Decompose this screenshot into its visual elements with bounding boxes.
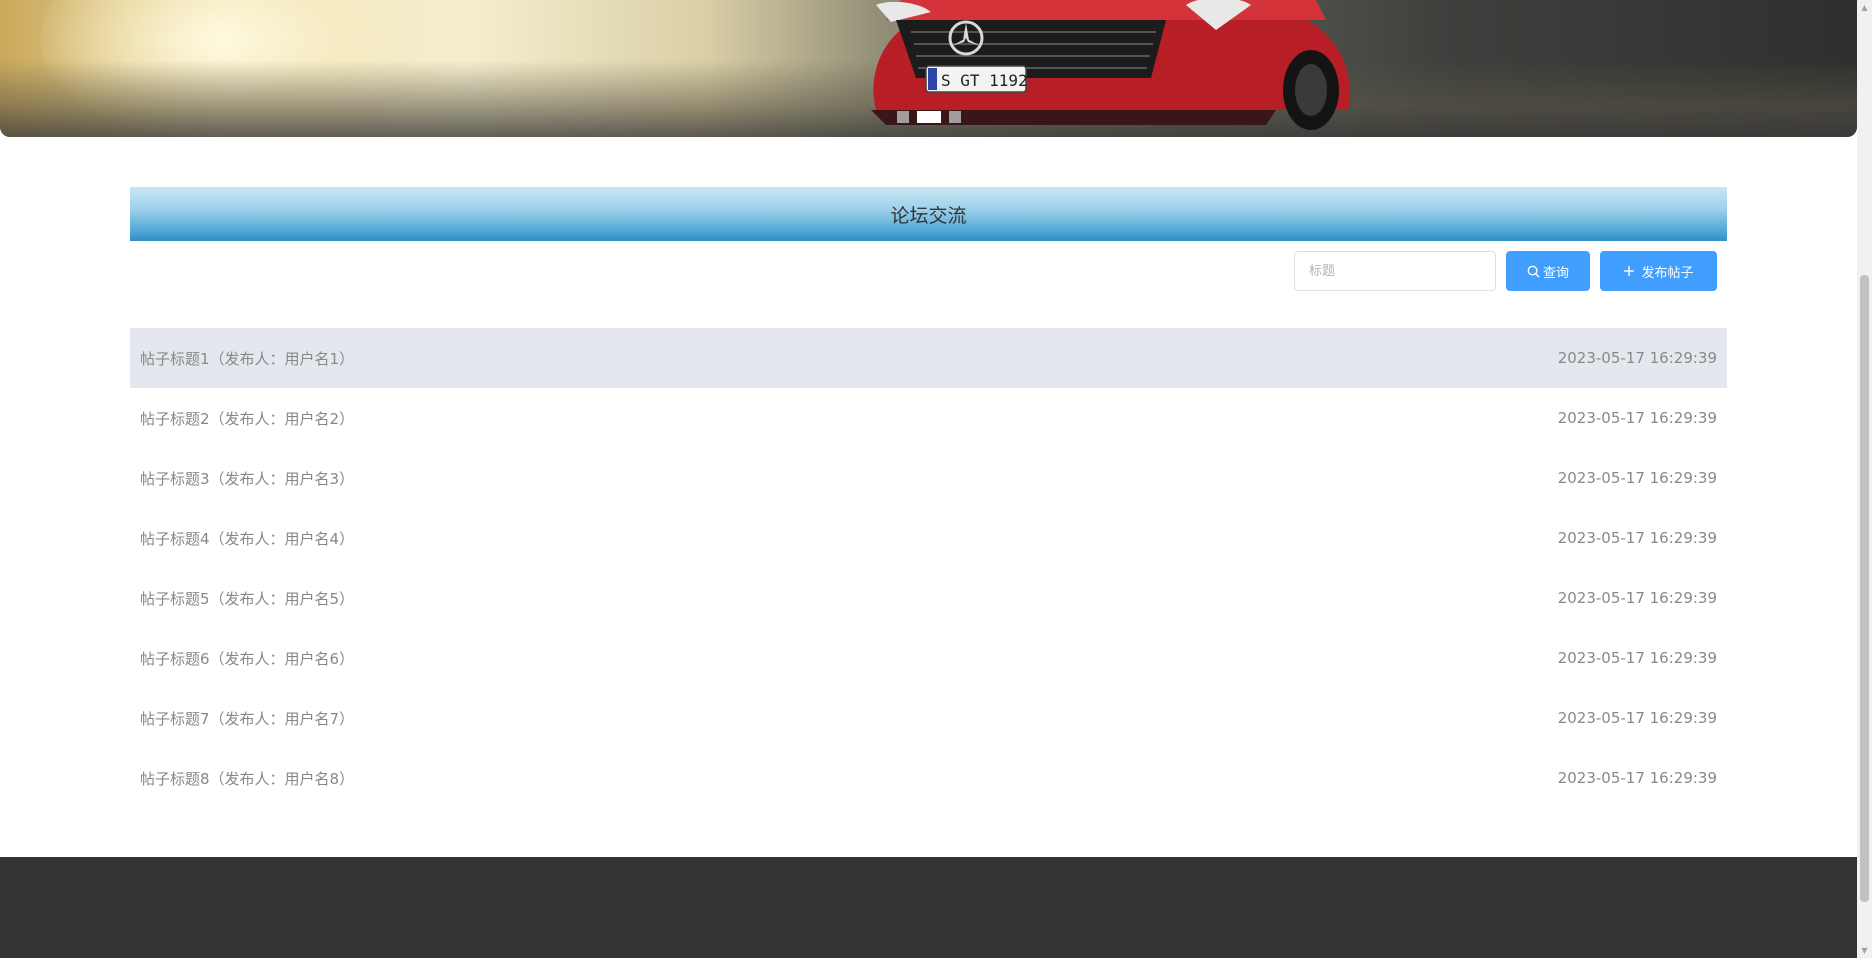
carousel-indicators	[897, 111, 961, 123]
post-time: 2023-05-17 16:29:39	[1557, 649, 1717, 667]
post-time: 2023-05-17 16:29:39	[1557, 469, 1717, 487]
post-row[interactable]: 帖子标题2（发布人：用户名2） 2023-05-17 16:29:39	[130, 388, 1727, 448]
scrollbar-thumb[interactable]	[1860, 275, 1869, 902]
post-time: 2023-05-17 16:29:39	[1557, 589, 1717, 607]
carousel-dot-1[interactable]	[897, 111, 909, 123]
post-title[interactable]: 帖子标题8（发布人：用户名8）	[140, 768, 354, 789]
footer	[0, 857, 1857, 958]
post-row[interactable]: 帖子标题7（发布人：用户名7） 2023-05-17 16:29:39	[130, 688, 1727, 748]
page: S GT 1192 论坛交流 查询 发布帖子	[0, 0, 1872, 958]
publish-button-label: 发布帖子	[1641, 265, 1694, 281]
post-title[interactable]: 帖子标题4（发布人：用户名4）	[140, 528, 354, 549]
banner-carousel[interactable]: S GT 1192	[0, 0, 1857, 137]
forum-title: 论坛交流	[890, 204, 967, 227]
title-search-input[interactable]	[1294, 251, 1496, 291]
post-title[interactable]: 帖子标题2（发布人：用户名2）	[140, 408, 354, 429]
publish-post-button[interactable]: 发布帖子	[1600, 251, 1717, 291]
search-button-label: 查询	[1542, 265, 1569, 281]
post-title[interactable]: 帖子标题5（发布人：用户名5）	[140, 588, 354, 609]
post-time: 2023-05-17 16:29:39	[1557, 769, 1717, 787]
license-plate-text: S GT 1192	[941, 71, 1028, 90]
post-title[interactable]: 帖子标题3（发布人：用户名3）	[140, 468, 354, 489]
post-title[interactable]: 帖子标题6（发布人：用户名6）	[140, 648, 354, 669]
search-icon	[1527, 265, 1540, 277]
plus-icon	[1624, 266, 1635, 276]
post-list: 帖子标题1（发布人：用户名1） 2023-05-17 16:29:39 帖子标题…	[130, 328, 1727, 808]
post-row[interactable]: 帖子标题6（发布人：用户名6） 2023-05-17 16:29:39	[130, 628, 1727, 688]
forum-section-header: 论坛交流	[130, 187, 1727, 241]
post-title[interactable]: 帖子标题7（发布人：用户名7）	[140, 708, 354, 729]
post-row[interactable]: 帖子标题1（发布人：用户名1） 2023-05-17 16:29:39	[130, 328, 1727, 388]
carousel-dot-3[interactable]	[949, 111, 961, 123]
post-time: 2023-05-17 16:29:39	[1557, 349, 1717, 367]
search-button[interactable]: 查询	[1506, 251, 1590, 291]
post-time: 2023-05-17 16:29:39	[1557, 709, 1717, 727]
post-row[interactable]: 帖子标题8（发布人：用户名8） 2023-05-17 16:29:39	[130, 748, 1727, 808]
post-time: 2023-05-17 16:29:39	[1557, 409, 1717, 427]
post-row[interactable]: 帖子标题3（发布人：用户名3） 2023-05-17 16:29:39	[130, 448, 1727, 508]
vertical-scrollbar[interactable]: ▲ ▼	[1857, 0, 1872, 958]
post-time: 2023-05-17 16:29:39	[1557, 529, 1717, 547]
post-row[interactable]: 帖子标题4（发布人：用户名4） 2023-05-17 16:29:39	[130, 508, 1727, 568]
post-title[interactable]: 帖子标题1（发布人：用户名1）	[140, 348, 354, 369]
scroll-down-arrow-icon[interactable]: ▼	[1857, 943, 1872, 958]
scroll-up-arrow-icon[interactable]: ▲	[1857, 0, 1872, 15]
carousel-dot-2-active[interactable]	[917, 111, 941, 123]
post-row[interactable]: 帖子标题5（发布人：用户名5） 2023-05-17 16:29:39	[130, 568, 1727, 628]
